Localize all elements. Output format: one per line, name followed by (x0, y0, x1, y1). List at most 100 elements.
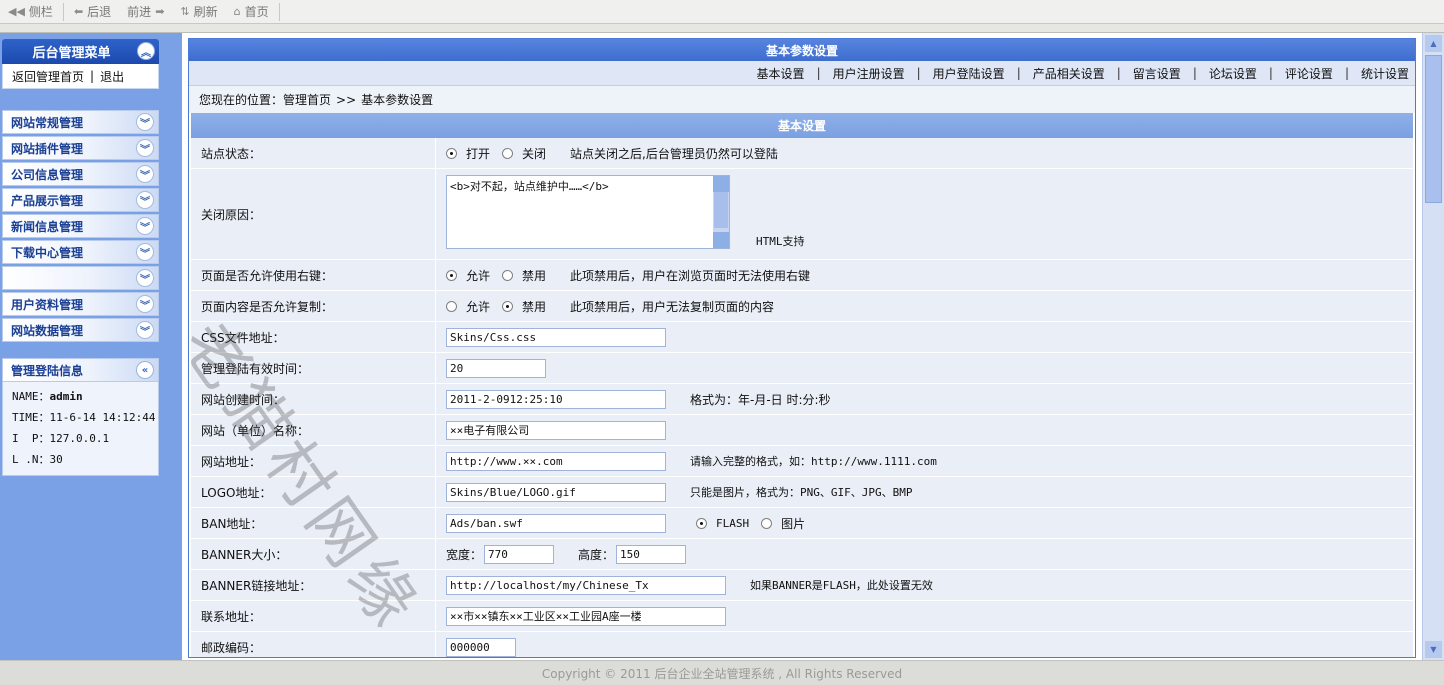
ban-path-input[interactable]: Ads/ban.swf (446, 513, 666, 533)
breadcrumb-separator: >> (336, 92, 357, 107)
create-time-input[interactable]: 2011-2-0912:25:10 (446, 389, 666, 409)
sidebar-item-site-general[interactable]: 网站常规管理 ︾ (2, 110, 159, 134)
expand-icon[interactable]: ︾ (136, 243, 154, 261)
scroll-up-icon[interactable] (713, 176, 729, 192)
form-row-css: CSS文件地址： Skins/Css.css (191, 322, 1413, 353)
sidebar-item-label: 用户资料管理 (11, 297, 84, 312)
login-info-header: 管理登陆信息 « (2, 358, 159, 382)
login-info-panel: 管理登陆信息 « NAME：admin TIME：11-6-14 14:12:4… (2, 358, 159, 476)
right-click-disable-radio[interactable]: 禁用 (502, 267, 546, 284)
tab-product[interactable]: 产品相关设置 (1021, 65, 1117, 82)
radio-label: 关闭 (522, 146, 547, 161)
scroll-up-icon[interactable]: ▲ (1425, 35, 1442, 52)
postcode-input[interactable]: 000000 (446, 637, 516, 657)
banner-height-label: 高度： (578, 547, 615, 562)
sidebar-item-label: 产品展示管理 (11, 193, 84, 208)
radio-label: 图片 (781, 516, 806, 531)
scroll-thumb[interactable] (714, 192, 728, 228)
tab-basic[interactable]: 基本设置 (745, 65, 817, 82)
site-url-input[interactable]: http://www.××.com (446, 451, 666, 471)
tab-user-register[interactable]: 用户注册设置 (821, 65, 917, 82)
forward-button[interactable]: 前进 ➡ (119, 2, 172, 22)
expand-icon[interactable]: ︾ (136, 321, 154, 339)
login-info-body: NAME：admin TIME：11-6-14 14:12:44 I P：127… (2, 382, 159, 476)
banner-height-input[interactable]: 150 (616, 544, 687, 564)
form-row-close-reason: 关闭原因： <b>对不起，站点维护中……</b> HTML支持 (191, 169, 1413, 260)
breadcrumb: 您现在的位置： 管理首页 >> 基本参数设置 (189, 86, 1415, 113)
sidebar-item-news[interactable]: 新闻信息管理 ︾ (2, 214, 159, 238)
tab-forum[interactable]: 论坛设置 (1197, 65, 1269, 82)
form-row-ban: BAN地址： Ads/ban.swf FLASH 图片 (191, 508, 1413, 539)
tab-statistics[interactable]: 统计设置 (1349, 65, 1409, 82)
radio-dot (696, 517, 707, 529)
breadcrumb-prefix: 您现在的位置： (199, 93, 284, 107)
login-time-input[interactable]: 20 (446, 358, 546, 378)
login-time-label: 管理登陆有效时间： (191, 353, 436, 383)
page-scrollbar[interactable]: ▲ ▼ (1422, 33, 1444, 660)
form-row-address: 联系地址： ××市××镇东××工业区××工业园A座一楼 (191, 601, 1413, 632)
logout-link[interactable]: 退出 (100, 68, 124, 85)
page-title: 基本参数设置 (189, 39, 1415, 61)
breadcrumb-home-link[interactable]: 管理首页 (283, 91, 331, 108)
expand-icon[interactable]: ︾ (136, 295, 154, 313)
banner-link-note: 如果BANNER是FLASH，此处设置无效 (750, 579, 933, 592)
tab-user-login[interactable]: 用户登陆设置 (921, 65, 1017, 82)
sidebar-item-empty[interactable]: ︾ (2, 266, 159, 290)
login-info-title: 管理登陆信息 (11, 363, 84, 378)
collapse-menu-icon[interactable]: ︽ (137, 42, 155, 60)
radio-label: 禁用 (522, 268, 547, 283)
sidebar-toggle-icon: ◀◀ (8, 5, 25, 18)
expand-icon[interactable]: ︾ (136, 191, 154, 209)
expand-icon[interactable]: ︾ (136, 269, 154, 287)
sidebar-item-company-info[interactable]: 公司信息管理 ︾ (2, 162, 159, 186)
breadcrumb-current: 基本参数设置 (361, 93, 434, 107)
site-status-open-radio[interactable]: 打开 (446, 145, 490, 162)
create-time-note: 格式为：年-月-日 时:分:秒 (690, 392, 831, 407)
css-path-input[interactable]: Skins/Css.css (446, 327, 666, 347)
collapse-left-icon[interactable]: « (136, 361, 154, 379)
radio-label: 禁用 (522, 299, 547, 314)
radio-label: 允许 (466, 299, 491, 314)
radio-dot (761, 517, 773, 529)
close-reason-textarea[interactable]: <b>对不起，站点维护中……</b> (446, 175, 730, 249)
sidebar-item-user-data[interactable]: 用户资料管理 ︾ (2, 292, 159, 316)
radio-dot (446, 269, 457, 281)
footer-copyright: Copyright © 2011 后台企业全站管理系统 , All Rights… (0, 660, 1444, 685)
sidebar-item-plugins[interactable]: 网站插件管理 ︾ (2, 136, 159, 160)
copy-allow-radio[interactable]: 允许 (446, 298, 490, 315)
login-ip: I P：127.0.0.1 (12, 432, 110, 445)
back-to-admin-home-link[interactable]: 返回管理首页 (12, 68, 84, 85)
expand-icon[interactable]: ︾ (136, 139, 154, 157)
banner-width-input[interactable]: 770 (484, 544, 555, 564)
banner-link-input[interactable]: http://localhost/my/Chinese_Tx (446, 575, 726, 595)
copy-disable-radio[interactable]: 禁用 (502, 298, 546, 315)
sidebar-item-label: 公司信息管理 (11, 167, 84, 182)
radio-dot (502, 300, 514, 312)
sidebar-item-site-data[interactable]: 网站数据管理 ︾ (2, 318, 159, 342)
sidebar-item-products[interactable]: 产品展示管理 ︾ (2, 188, 159, 212)
expand-icon[interactable]: ︾ (136, 113, 154, 131)
home-button[interactable]: ⌂ 首页 (226, 2, 277, 22)
sidebar-toggle-button[interactable]: ◀◀ 侧栏 (0, 2, 61, 22)
scroll-thumb[interactable] (1425, 55, 1442, 203)
expand-icon[interactable]: ︾ (136, 217, 154, 235)
right-click-allow-radio[interactable]: 允许 (446, 267, 490, 284)
close-reason-label: 关闭原因： (191, 169, 436, 259)
expand-icon[interactable]: ︾ (136, 165, 154, 183)
sidebar-item-label: 网站插件管理 (11, 141, 84, 156)
forward-label: 前进 (127, 5, 152, 19)
textarea-scrollbar[interactable] (713, 176, 729, 248)
address-input[interactable]: ××市××镇东××工业区××工业园A座一楼 (446, 606, 726, 626)
ban-image-radio[interactable]: 图片 (761, 515, 805, 532)
site-status-closed-radio[interactable]: 关闭 (502, 145, 546, 162)
refresh-button[interactable]: ⇅ 刷新 (172, 2, 225, 22)
tab-guestbook[interactable]: 留言设置 (1121, 65, 1193, 82)
scroll-down-icon[interactable] (713, 232, 729, 248)
scroll-down-icon[interactable]: ▼ (1425, 641, 1442, 658)
site-name-input[interactable]: ××电子有限公司 (446, 420, 666, 440)
tab-comment[interactable]: 评论设置 (1273, 65, 1345, 82)
sidebar-item-downloads[interactable]: 下载中心管理 ︾ (2, 240, 159, 264)
back-button[interactable]: ⬅ 后退 (66, 2, 119, 22)
ban-flash-radio[interactable]: FLASH (696, 517, 749, 530)
logo-path-input[interactable]: Skins/Blue/LOGO.gif (446, 482, 666, 502)
